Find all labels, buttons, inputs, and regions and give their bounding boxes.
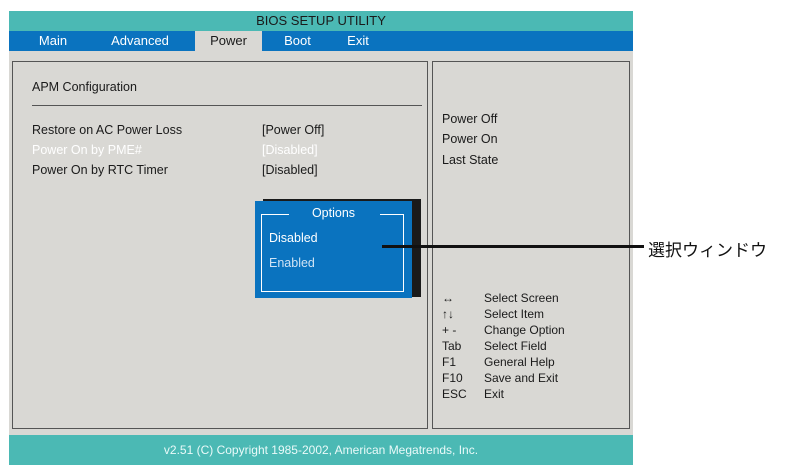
key-legend-desc: Select Item (484, 307, 545, 321)
menu-power[interactable]: Power (195, 31, 262, 51)
arrow-up-down-icon: ↑↓ (442, 307, 454, 321)
key-legend-key: ESC (442, 387, 467, 401)
setting-value-ac-power-loss[interactable]: [Power Off] (262, 123, 324, 137)
menu-advanced[interactable]: Advanced (100, 31, 180, 51)
key-legend-desc: Exit (484, 387, 505, 401)
section-divider (32, 105, 422, 106)
popup-title: Options (311, 206, 356, 220)
help-option-last-state: Last State (442, 153, 499, 167)
menu-bar: Main Advanced Power Boot Exit (9, 31, 633, 51)
help-option-power-off: Power Off (442, 112, 498, 126)
setting-label-power-on-rtc[interactable]: Power On by RTC Timer (32, 163, 168, 177)
setting-value-power-on-rtc[interactable]: [Disabled] (262, 163, 318, 177)
callout-pointer-line (382, 245, 644, 248)
plus-minus-icon: + - (442, 323, 457, 337)
key-legend-general-help: F1 General Help (442, 355, 622, 371)
arrow-left-right-icon: ↔ (442, 291, 454, 305)
copyright-footer: v2.51 (C) Copyright 1985-2002, American … (9, 435, 633, 465)
menu-boot[interactable]: Boot (275, 31, 320, 51)
key-legend-desc: Select Field (484, 339, 547, 353)
key-legend-exit: ESC Exit (442, 387, 622, 403)
options-popup: Options Disabled Enabled (255, 201, 412, 298)
key-legend-select-item: ↑↓ Select Item (442, 307, 622, 323)
setting-label-power-on-pme[interactable]: Power On by PME# (32, 143, 142, 157)
key-legend-desc: Change Option (484, 323, 565, 337)
popup-option-disabled[interactable]: Disabled (269, 231, 318, 245)
key-legend-key: F1 (442, 355, 457, 369)
key-legend-desc: Select Screen (484, 291, 559, 305)
menu-exit[interactable]: Exit (338, 31, 378, 51)
help-option-power-on: Power On (442, 132, 498, 146)
key-legend-desc: General Help (484, 355, 555, 369)
key-legend-change-option: + - Change Option (442, 323, 622, 339)
setting-label-ac-power-loss[interactable]: Restore on AC Power Loss (32, 123, 182, 137)
menu-main[interactable]: Main (23, 31, 83, 51)
title-bar: BIOS SETUP UTILITY (9, 11, 633, 31)
key-legend-key: F10 (442, 371, 463, 385)
popup-border (261, 214, 404, 292)
key-legend-desc: Save and Exit (484, 371, 559, 385)
key-legend-select-field: Tab Select Field (442, 339, 622, 355)
key-legend-key: Tab (442, 339, 462, 353)
key-legend-select-screen: ↔ Select Screen (442, 291, 622, 307)
key-legend-save-exit: F10 Save and Exit (442, 371, 622, 387)
section-title: APM Configuration (32, 80, 137, 94)
popup-option-enabled[interactable]: Enabled (269, 256, 315, 270)
setting-value-power-on-pme[interactable]: [Disabled] (262, 143, 318, 157)
callout-label: 選択ウィンドウ (648, 241, 767, 261)
